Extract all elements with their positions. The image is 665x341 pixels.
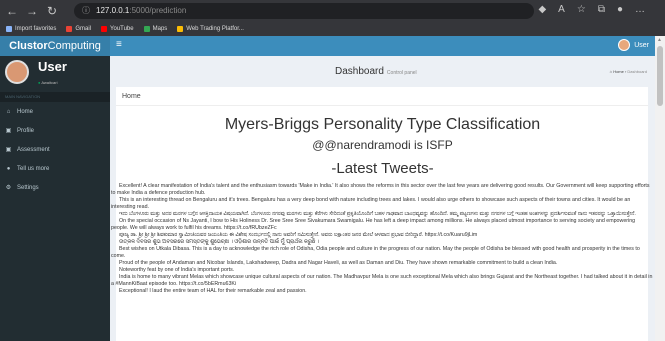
- tweet-list: Excellent! A clear manifestation of Indi…: [110, 183, 655, 295]
- tweet-item: Best wishes on Utkala Dibasa. This is a …: [111, 246, 640, 259]
- sidebar-item-profile[interactable]: ▣ Profile: [0, 121, 110, 140]
- sidebar: User ● Awaitcari MAIN NAVIGATION ⌂ Home ▣…: [0, 56, 110, 341]
- app-logo[interactable]: ClustorComputing: [0, 36, 110, 56]
- import-icon: [6, 26, 12, 32]
- tweet-item: ಇದು ಬೆಂಗಳೂರು ಮತ್ತು ಅದರ ಮರಗಳ ಬಗ್ಗೆನ ಆಸಕ್ತ…: [119, 211, 636, 217]
- tweet-item: Proud of the people of Andaman and Nicob…: [119, 260, 558, 266]
- nav-header: MAIN NAVIGATION: [0, 92, 110, 102]
- back-icon[interactable]: ←: [4, 4, 20, 18]
- reload-icon[interactable]: ↻: [44, 4, 60, 18]
- maps-icon: [143, 26, 150, 32]
- tweets-heading: -Latest Tweets-: [331, 160, 434, 177]
- tweet-item: ಪೂಜ್ಯ ಡಾ. ಶ್ರೀ ಶ್ರೀ ಶ್ರೀ ಶಿವಕುಮಾರ ಸ್ವಾಮೀ…: [119, 232, 478, 238]
- info-icon: ●: [6, 165, 11, 172]
- url-path: :5000/prediction: [129, 6, 187, 15]
- user-panel: User ● Awaitcari: [0, 56, 110, 92]
- scroll-up-icon[interactable]: ▲: [657, 37, 662, 43]
- sidebar-item-tell-us-more[interactable]: ● Tell us more: [0, 159, 110, 178]
- prediction-result: @@narendramodi is ISFP: [312, 138, 453, 152]
- menu-dots-icon[interactable]: …: [635, 4, 645, 15]
- user-menu-label: User: [634, 41, 649, 49]
- tweet-item: Exceptional! I laud the entire team of H…: [119, 288, 307, 294]
- page-scrollbar[interactable]: ▲: [655, 36, 665, 341]
- translate-icon[interactable]: A: [558, 4, 565, 15]
- page-title: Dashboard Control panel: [335, 66, 417, 77]
- tweet-item: This is an interesting thread on Bengalu…: [111, 197, 631, 210]
- browser-toolbar: ← → ↻ ⓘ 127.0.0.1:5000/prediction ◆ A ☆ …: [0, 0, 665, 22]
- youtube-icon: [101, 26, 108, 32]
- breadcrumb-current: Dashboard: [627, 69, 647, 74]
- profile-icon[interactable]: ●: [617, 4, 623, 15]
- home-icon: ⌂: [6, 108, 11, 115]
- classification-heading: Myers-Briggs Personality Type Classifica…: [224, 116, 541, 133]
- sidebar-item-settings[interactable]: ⚙ Settings: [0, 178, 110, 197]
- tweet-item: Excellent! A clear manifestation of Indi…: [111, 183, 650, 196]
- forward-icon[interactable]: →: [24, 4, 40, 18]
- trading-icon: [177, 26, 184, 32]
- sidebar-user-name: User: [38, 59, 67, 74]
- user-menu[interactable]: User: [618, 39, 649, 51]
- page-subtitle: Control panel: [386, 70, 417, 76]
- url-host: 127.0.0.1: [96, 6, 130, 15]
- scroll-thumb[interactable]: [657, 46, 663, 106]
- bookmark-youtube[interactable]: YouTube: [101, 26, 134, 32]
- collections-icon[interactable]: ⧉: [598, 4, 605, 15]
- extension-icon[interactable]: ◆: [538, 4, 546, 15]
- card-title: Home: [116, 87, 648, 106]
- sidebar-item-assessment[interactable]: ▣ Assessment: [0, 140, 110, 159]
- tweet-item: Noteworthy feat by one of India's import…: [119, 267, 235, 273]
- breadcrumb: ⌂ Home › Dashboard: [609, 69, 647, 74]
- tweet-item: ଉତ୍କଳ ଦିବସର ଶୁଭ ଅବସରରେ ସମସ୍ତଙ୍କୁ ଶୁଭେଚ୍ଛ…: [119, 239, 320, 245]
- sidebar-item-home[interactable]: ⌂ Home: [0, 102, 110, 121]
- breadcrumb-home[interactable]: Home: [613, 69, 624, 74]
- user-status: ● Awaitcari: [38, 80, 58, 85]
- avatar: [618, 39, 631, 51]
- bookmark-import[interactable]: Import favorites: [6, 26, 56, 32]
- tweet-item: India is home to many vibrant Melas whic…: [111, 274, 653, 287]
- profile-icon: ▣: [5, 128, 12, 134]
- bookmarks-bar: Import favorites Gmail YouTube Maps Web …: [0, 22, 665, 36]
- favorites-icon[interactable]: ☆: [577, 4, 586, 15]
- app-header: ClustorComputing ≡ User: [0, 36, 655, 56]
- assessment-icon: ▣: [5, 147, 12, 153]
- card-body: Myers-Briggs Personality Type Classifica…: [110, 110, 655, 341]
- bookmark-maps[interactable]: Maps: [143, 26, 167, 32]
- gmail-icon: [66, 26, 73, 32]
- tweet-item: On the special occasion of Ns Jayanti, I…: [111, 218, 636, 231]
- settings-icon: ⚙: [5, 185, 12, 191]
- avatar: [5, 60, 29, 84]
- bookmark-gmail[interactable]: Gmail: [66, 26, 91, 32]
- address-bar[interactable]: ⓘ 127.0.0.1:5000/prediction: [74, 3, 534, 19]
- sidebar-toggle-icon[interactable]: ≡: [116, 39, 122, 50]
- content-header: Dashboard Control panel ⌂ Home › Dashboar…: [110, 56, 655, 90]
- bookmark-trading[interactable]: Web Trading Platfor...: [177, 26, 244, 32]
- info-icon[interactable]: ⓘ: [82, 3, 90, 19]
